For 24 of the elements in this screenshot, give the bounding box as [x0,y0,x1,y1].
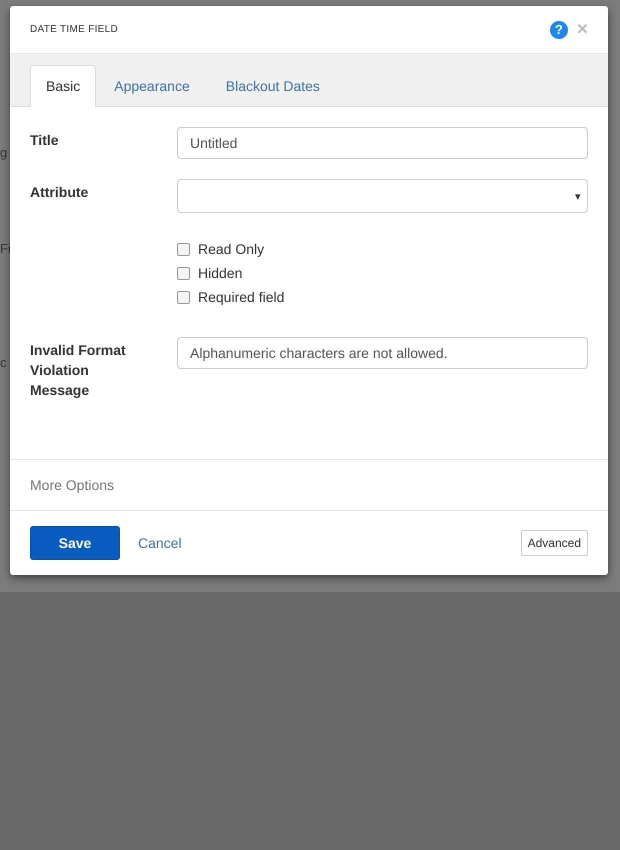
dialog-title: DATE TIME FIELD [30,24,120,35]
title-field[interactable]: Untitled [177,127,588,159]
tab[interactable]: Basic [30,65,96,107]
checkbox-label[interactable]: Required field [198,289,284,305]
background-text: c [0,355,8,370]
checkbox-label[interactable]: Read Only [198,241,264,257]
cancel-link[interactable]: Cancel [138,535,521,551]
tab[interactable]: Appearance [96,65,208,107]
message-field[interactable]: Alphanumeric characters are not allowed. [177,337,588,369]
checkbox[interactable] [177,242,190,256]
checkbox[interactable] [177,266,190,280]
background-text: Fi [0,241,10,256]
field-label: Title [30,131,60,150]
checkbox-label[interactable]: Hidden [198,265,242,281]
field-label: Invalid Format Violation Message [30,341,127,400]
background-text: g [0,145,8,160]
save-button[interactable]: Save [30,526,120,560]
checkbox[interactable] [177,290,190,304]
more-options-link[interactable]: More Options [30,477,114,493]
tab[interactable]: Blackout Dates [208,65,338,107]
advanced-button[interactable]: Advanced [520,530,588,556]
attribute-dropdown[interactable]: ▾ [177,179,588,213]
help-icon[interactable]: ? [550,20,568,38]
field-label: Attribute [30,183,90,202]
